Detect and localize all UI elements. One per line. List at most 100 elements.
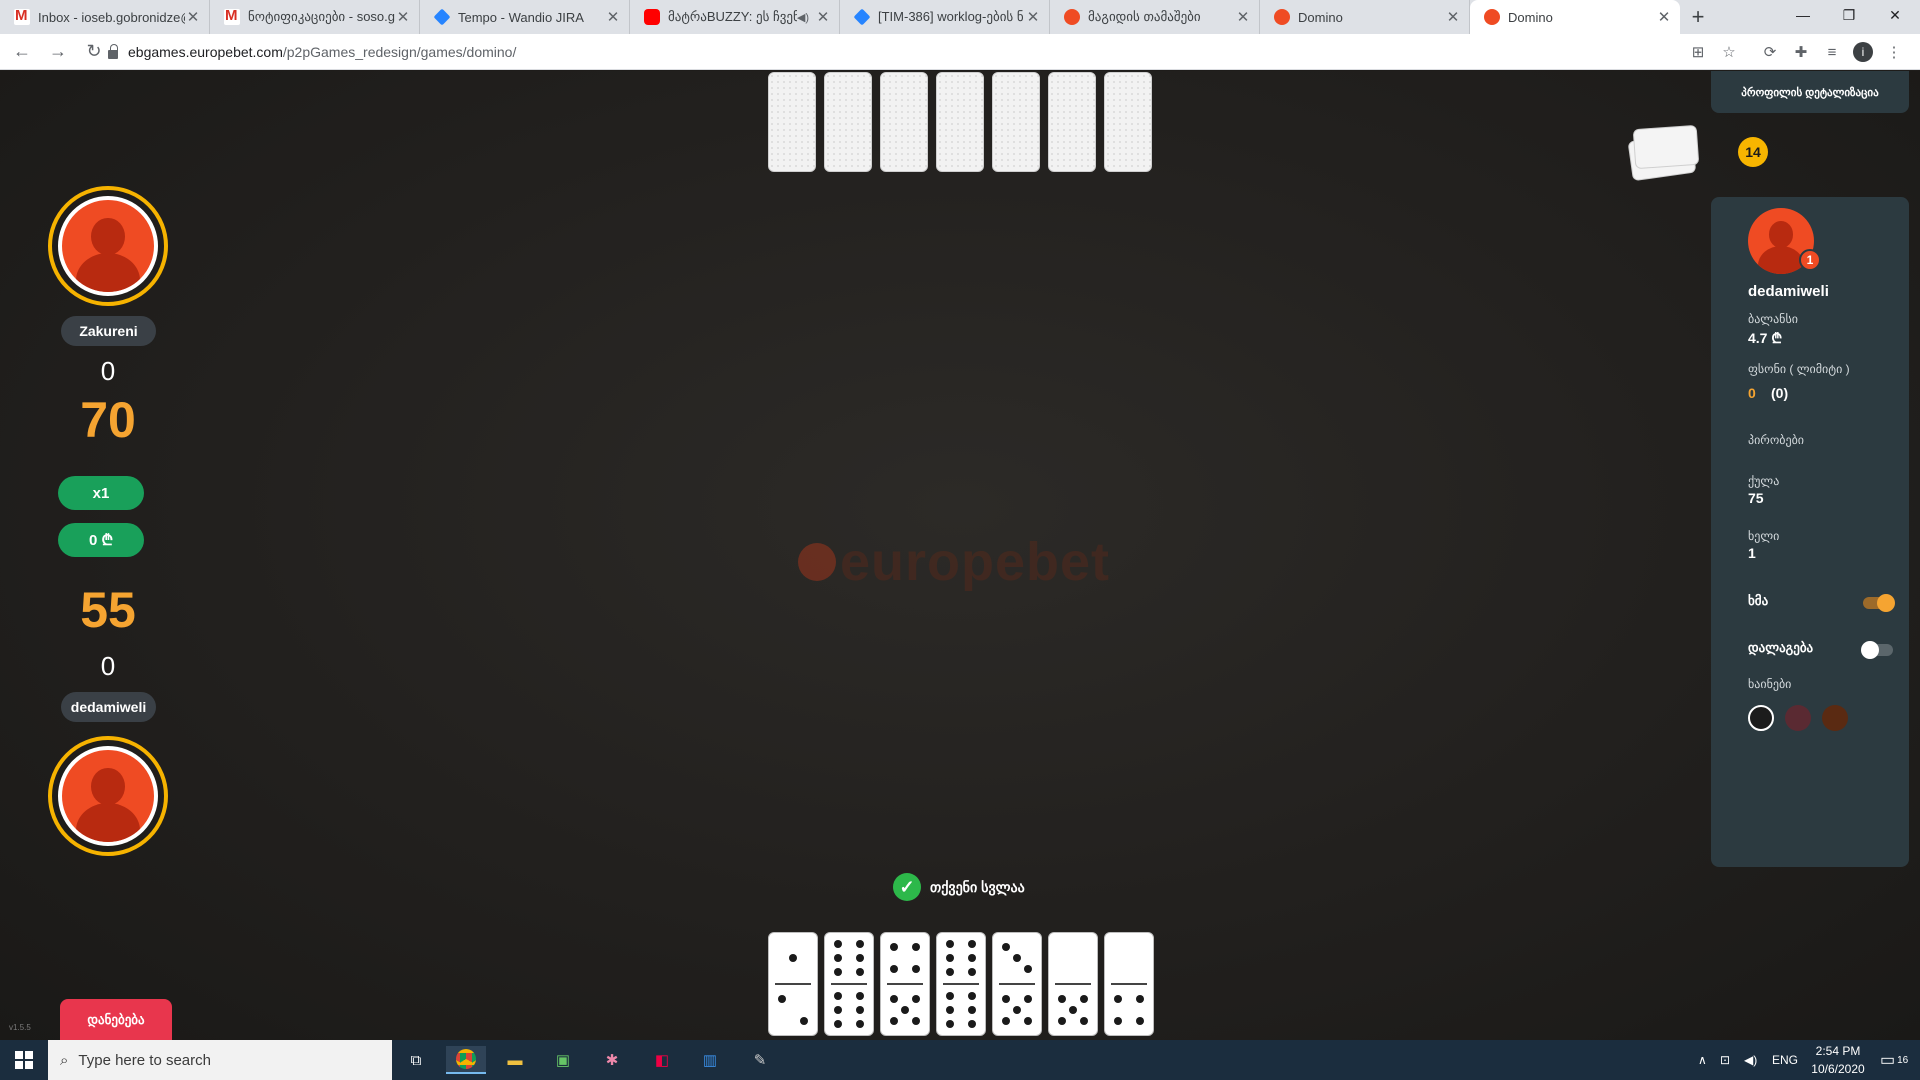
sound-toggle[interactable] (1863, 594, 1895, 612)
tab-tempo[interactable]: Tempo - Wandio JIRA ✕ (420, 0, 630, 34)
hand-tile[interactable] (1104, 932, 1154, 1036)
translate-icon[interactable]: ⊞ (1688, 42, 1708, 62)
notifications-icon[interactable]: ▭ 16 (1880, 1040, 1908, 1080)
hand-tile[interactable] (824, 932, 874, 1036)
app-icon[interactable]: ▥ (690, 1046, 730, 1074)
new-tab-button[interactable]: + (1680, 0, 1716, 34)
color-swatch[interactable] (1822, 705, 1848, 731)
sync-icon[interactable]: ⟳ (1760, 42, 1780, 62)
tile-half-top (1049, 933, 1097, 983)
close-window-icon[interactable]: ✕ (1872, 0, 1918, 30)
tile-divider (943, 983, 979, 985)
points-label: ქულა (1748, 474, 1780, 488)
tab-inbox[interactable]: Inbox - ioseb.gobronidze@ ✕ (0, 0, 210, 34)
tile-half-bottom (825, 985, 873, 1035)
tab-domino-active[interactable]: Domino ✕ (1470, 0, 1680, 34)
reload-icon[interactable]: ↻ (80, 38, 108, 66)
pip (778, 995, 787, 1003)
surrender-button[interactable]: დანებება (60, 999, 172, 1041)
tile-divider (887, 983, 923, 985)
address-bar[interactable]: ebgames.europebet.com/p2pGames_redesign/… (108, 38, 1726, 66)
media-icon[interactable]: ≡ (1822, 42, 1842, 62)
pip (946, 968, 955, 976)
close-icon[interactable]: ✕ (1025, 8, 1041, 26)
tab-notifications[interactable]: ნოტიფიკაციები - soso.g ✕ (210, 0, 420, 34)
profile-details-tab[interactable]: პროფილის დეტალიზაცია (1711, 71, 1909, 113)
pip (911, 995, 920, 1003)
clock[interactable]: 2:54 PM 10/6/2020 (1808, 1040, 1868, 1080)
tile-half-top (825, 933, 873, 983)
tile-half-bottom (937, 985, 985, 1035)
pip (834, 1020, 843, 1028)
pip (834, 992, 843, 1000)
network-icon[interactable]: ⊡ (1720, 1040, 1730, 1080)
tab-jira-issue[interactable]: [TIM-386] worklog-ების ნ ✕ (840, 0, 1050, 34)
lock-icon[interactable] (108, 43, 118, 59)
task-view-icon[interactable]: ⧉ (396, 1046, 436, 1074)
hand-tile[interactable] (880, 932, 930, 1036)
pip (946, 954, 955, 962)
opponent-tile (936, 72, 984, 172)
color-swatch[interactable] (1748, 705, 1774, 731)
jira-icon (433, 8, 451, 26)
notepad-icon[interactable]: ▣ (543, 1046, 583, 1074)
close-icon[interactable]: ✕ (1445, 8, 1461, 26)
language-indicator[interactable]: ENG (1772, 1040, 1798, 1080)
close-icon[interactable]: ✕ (185, 8, 201, 26)
pip (834, 940, 843, 948)
slack-icon[interactable]: ✱ (592, 1046, 632, 1074)
forward-icon[interactable]: → (44, 38, 72, 66)
game-table: europebet 14 Zakureni 0 70 x1 0 ₾ 55 0 d… (0, 71, 1920, 1041)
hand-tile[interactable] (1048, 932, 1098, 1036)
hand-label: ხელი (1748, 529, 1780, 543)
restore-icon[interactable]: ❐ (1826, 0, 1872, 30)
tab-title: მაგიდის თამაშები (1088, 9, 1201, 24)
close-icon[interactable]: ✕ (1656, 8, 1672, 26)
back-icon[interactable]: ← (8, 38, 36, 66)
tab-domino[interactable]: Domino ✕ (1260, 0, 1470, 34)
close-icon[interactable]: ✕ (1235, 8, 1251, 26)
chrome-icon[interactable] (446, 1046, 486, 1074)
intellij-icon[interactable]: ◧ (642, 1046, 682, 1074)
extensions-icon[interactable]: ✚ (1791, 42, 1811, 62)
minimize-icon[interactable]: — (1780, 0, 1826, 30)
sound-label: ხმა (1748, 593, 1769, 608)
color-swatch[interactable] (1785, 705, 1811, 731)
europebet-logo: europebet (798, 531, 1110, 593)
hand-tile[interactable] (936, 932, 986, 1036)
hand-tile[interactable] (992, 932, 1042, 1036)
pip (967, 992, 976, 1000)
close-icon[interactable]: ✕ (395, 8, 411, 26)
windows-start-icon[interactable] (0, 1040, 48, 1080)
tray-chevron-icon[interactable]: ∧ (1698, 1040, 1707, 1080)
star-icon[interactable]: ☆ (1719, 42, 1739, 62)
hand-tile[interactable] (768, 932, 818, 1036)
close-icon[interactable]: ✕ (815, 8, 831, 26)
profile-avatar[interactable]: i (1853, 42, 1873, 62)
my-avatar (48, 736, 168, 856)
file-explorer-icon[interactable]: ▬ (495, 1046, 535, 1074)
taskbar-search[interactable]: ⌕ Type here to search (48, 1040, 392, 1080)
panel-username: dedamiweli (1748, 283, 1829, 300)
toggle-knob (1877, 594, 1895, 612)
conditions-label: პირობები (1748, 433, 1805, 447)
close-icon[interactable]: ✕ (605, 8, 621, 26)
pip (855, 940, 864, 948)
speaker-icon[interactable]: ◀) (797, 11, 809, 24)
pip (967, 1020, 976, 1028)
sort-toggle[interactable] (1861, 641, 1893, 659)
my-points: 0 (100, 651, 116, 681)
pip (911, 965, 920, 973)
tab-youtube[interactable]: მატრაBUZZY: ეს ჩვენ ◀) ✕ (630, 0, 840, 34)
pip (911, 943, 920, 951)
logo-dot (798, 543, 836, 581)
tab-title: [TIM-386] worklog-ების ნ (878, 9, 1024, 24)
sort-label: დალაგება (1748, 640, 1814, 655)
paint-icon[interactable]: ✎ (740, 1046, 780, 1074)
tab-table-games[interactable]: მაგიდის თამაშები ✕ (1050, 0, 1260, 34)
menu-icon[interactable]: ⋮ (1884, 42, 1904, 62)
pip (855, 1006, 864, 1014)
volume-icon[interactable]: ◀) (1744, 1040, 1757, 1080)
pip (946, 1020, 955, 1028)
avatar-body (75, 253, 141, 292)
